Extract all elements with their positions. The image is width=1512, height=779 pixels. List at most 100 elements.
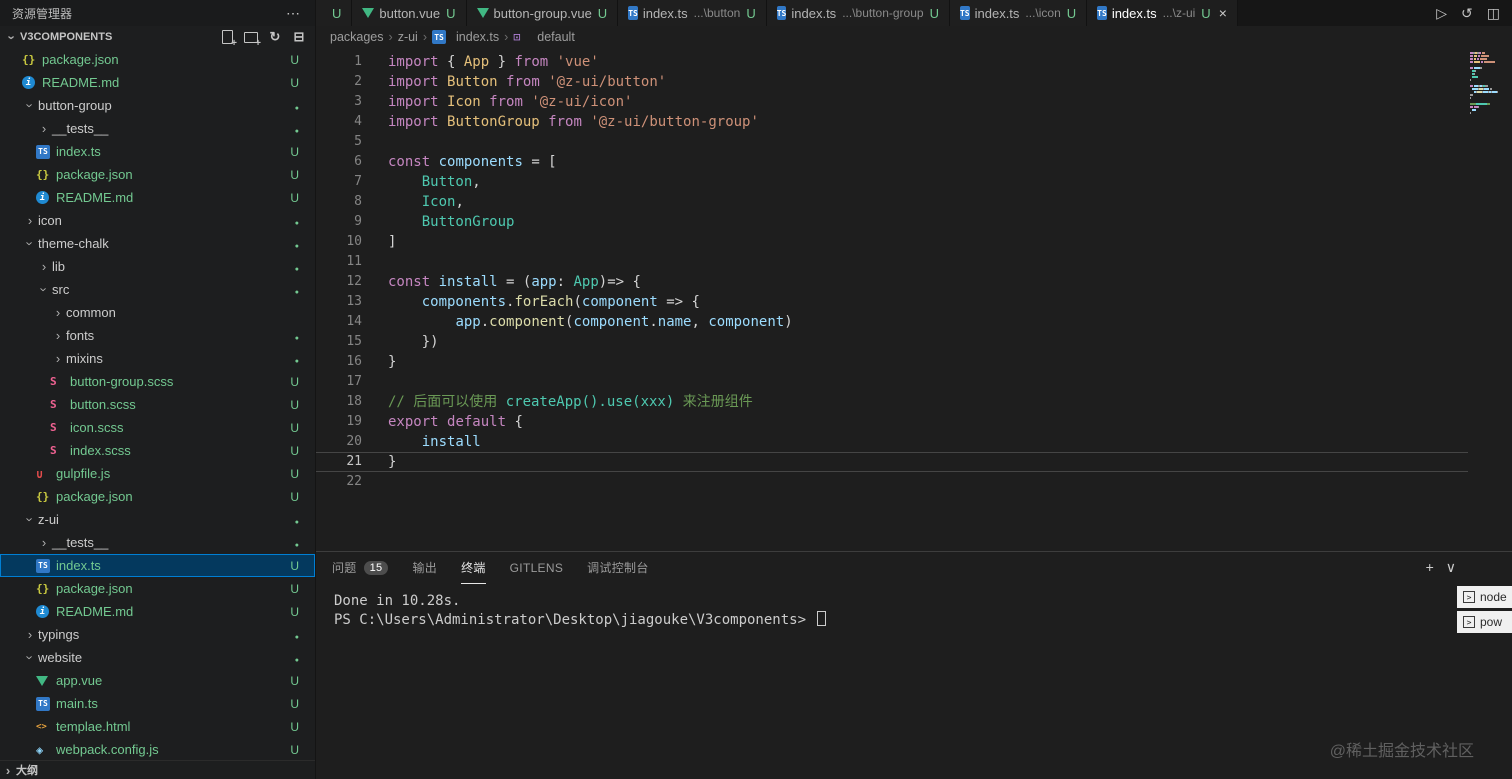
tree-item-src[interactable]: › src ● [0, 278, 315, 301]
line-number: 6 [354, 154, 362, 169]
tree-item-mixins[interactable]: › mixins ● [0, 347, 315, 370]
tree-item-typings[interactable]: › typings ● [0, 623, 315, 646]
tree-item-main.ts[interactable]: TS main.ts U [0, 692, 315, 715]
tab-label: index.ts [791, 5, 837, 21]
editor-tabbar: Ubutton.vue Ubutton-group.vue U TS index.ts.… [316, 0, 1512, 26]
scss-icon: S [50, 444, 57, 457]
tree-item-package.json[interactable]: {} package.json U [0, 485, 315, 508]
tree-item-z-ui[interactable]: › z-ui ● [0, 508, 315, 531]
outline-section-header[interactable]: › 大纲 [0, 760, 315, 779]
tab-index.ts----button[interactable]: TS index.ts ...\button U [618, 0, 767, 26]
chevron-right-icon: › [27, 627, 33, 642]
git-untracked-badge: U [597, 5, 608, 21]
tree-item-button-group[interactable]: › button-group ● [0, 94, 315, 117]
breadcrumb-item-index.ts[interactable]: TS index.ts [432, 30, 499, 44]
project-name: V3COMPONENTS [20, 31, 113, 43]
new-folder-icon[interactable] [243, 29, 261, 49]
json-icon: {} [36, 490, 50, 503]
modified-dot-badge: ● [294, 656, 299, 664]
panel-tab-终端[interactable]: 终端 [461, 552, 486, 584]
tree-item-index.ts[interactable]: TS index.ts U [0, 140, 315, 163]
tab-index.ts----icon[interactable]: TS index.ts ...\icon U [949, 0, 1088, 26]
run-button[interactable]: ▷ [1436, 5, 1447, 22]
json-icon: {} [22, 53, 36, 66]
code-area[interactable]: 1 import { App } from 'vue' 2 import Button… [316, 52, 1468, 492]
explorer-sidebar: 资源管理器 ⋯ › V3COMPONENTS ↻⊟ {}package.json… [0, 0, 316, 779]
tree-item-app.vue[interactable]: app.vue U [0, 669, 315, 692]
panel-tab-调试控制台[interactable]: 调试控制台 [587, 552, 649, 584]
git-untracked-badge: U [290, 489, 299, 504]
code-editor[interactable]: 1 import { App } from 'vue' 2 import Button… [316, 48, 1512, 551]
tree-item-button-group.scss[interactable]: Sbutton-group.scss U [0, 370, 315, 393]
code-line-16: 16} [316, 352, 1468, 372]
tab-index.ts----button-group[interactable]: TS index.ts ...\button-group U [766, 0, 950, 26]
code-text: } [388, 454, 397, 470]
tab-partial[interactable]: U [316, 0, 353, 26]
terminal-icon: > [1463, 616, 1475, 628]
breadcrumb-item-packages[interactable]: packages [330, 30, 384, 44]
tree-item-button.scss[interactable]: Sbutton.scss U [0, 393, 315, 416]
tree-item-index.scss[interactable]: Sindex.scss U [0, 439, 315, 462]
tree-item-README.md[interactable]: i README.md U [0, 71, 315, 94]
tree-item-label: src [52, 282, 70, 297]
tree-item-label: website [38, 650, 83, 665]
code-line-2: 2 import Button from '@z-ui/button' [316, 72, 1468, 92]
new-file-icon[interactable] [219, 29, 237, 49]
tree-item-webpack.config.js[interactable]: ◈ webpack.config.js U [0, 738, 315, 760]
terminal-instance-node[interactable]: > node [1457, 586, 1512, 608]
tree-item-package.json[interactable]: {} package.json U [0, 577, 315, 600]
git-untracked-badge: U [290, 144, 299, 159]
code-line-9: 9 ButtonGroup [316, 212, 1468, 232]
breadcrumb-item-z-ui[interactable]: z-ui [398, 30, 418, 44]
tree-item-common[interactable]: › common [0, 301, 315, 324]
git-untracked-badge: U [1201, 5, 1211, 21]
tree-item-theme-chalk[interactable]: › theme-chalk ● [0, 232, 315, 255]
close-icon[interactable]: × [1219, 5, 1227, 21]
tree-item-icon.scss[interactable]: Sicon.scss U [0, 416, 315, 439]
line-number: 20 [346, 434, 362, 449]
tree-item-fonts[interactable]: › fonts ● [0, 324, 315, 347]
tab-button-group.vue[interactable]: button-group.vue U [466, 0, 619, 26]
history-button[interactable]: ↺ [1461, 5, 1473, 22]
tree-item-gulpfile.js[interactable]: ∪ gulpfile.js U [0, 462, 315, 485]
panel-tab-输出[interactable]: 输出 [412, 552, 437, 584]
panel-tab-问题[interactable]: 问题 15 [332, 552, 389, 584]
tab-index.ts----z-ui[interactable]: TS index.ts ...\z-ui U × [1087, 0, 1238, 26]
git-untracked-badge: U [290, 719, 299, 734]
tree-item-README.md[interactable]: i README.md U [0, 186, 315, 209]
collapse-all-icon[interactable]: ⊟ [291, 29, 307, 45]
tree-item-README.md[interactable]: i README.md U [0, 600, 315, 623]
terminal-instance-pow[interactable]: > pow [1457, 611, 1512, 633]
tree-item-index.ts[interactable]: TS index.ts U [0, 554, 315, 577]
views-more-icon[interactable]: ⋯ [286, 5, 301, 22]
breadcrumb-item-default[interactable]: ⊡ default [513, 30, 575, 44]
tab-button.vue[interactable]: button.vue U [352, 0, 467, 26]
code-line-18: 18 // 后面可以使用 createApp().use(xxx) 来注册组件 [316, 392, 1468, 412]
tree-item-label: package.json [56, 167, 133, 182]
code-line-19: 19 export default { [316, 412, 1468, 432]
tree-item-package.json[interactable]: {} package.json U [0, 48, 315, 71]
chevron-down-icon: › [22, 103, 38, 108]
project-section-header[interactable]: › V3COMPONENTS ↻⊟ [0, 26, 315, 49]
terminal-dropdown-button[interactable]: ∨ [1446, 559, 1456, 576]
tree-item-lib[interactable]: › lib ● [0, 255, 315, 278]
tree-item-icon[interactable]: › icon ● [0, 209, 315, 232]
split-editor-button[interactable]: ◫ [1487, 5, 1500, 22]
tree-item-templae.html[interactable]: <> templae.html U [0, 715, 315, 738]
tree-item-package.json[interactable]: {} package.json U [0, 163, 315, 186]
tree-item-__tests__[interactable]: › __tests__ ● [0, 117, 315, 140]
panel-tab-GITLENS[interactable]: GITLENS [510, 552, 563, 584]
chevron-right-icon: › [41, 535, 47, 550]
refresh-icon[interactable]: ↻ [267, 29, 283, 45]
git-untracked-badge: U [290, 52, 299, 67]
tree-item-__tests__[interactable]: › __tests__ ● [0, 531, 315, 554]
tree-item-website[interactable]: › website ● [0, 646, 315, 669]
code-line-5: 5 [316, 132, 1468, 152]
code-text: import { App } from 'vue' [388, 54, 599, 70]
git-untracked-badge: U [290, 742, 299, 757]
minimap[interactable] [1470, 52, 1510, 118]
code-line-12: 12 const install = (app: App)=> { [316, 272, 1468, 292]
new-terminal-button[interactable]: + [1426, 559, 1434, 576]
vue-icon [362, 8, 375, 18]
